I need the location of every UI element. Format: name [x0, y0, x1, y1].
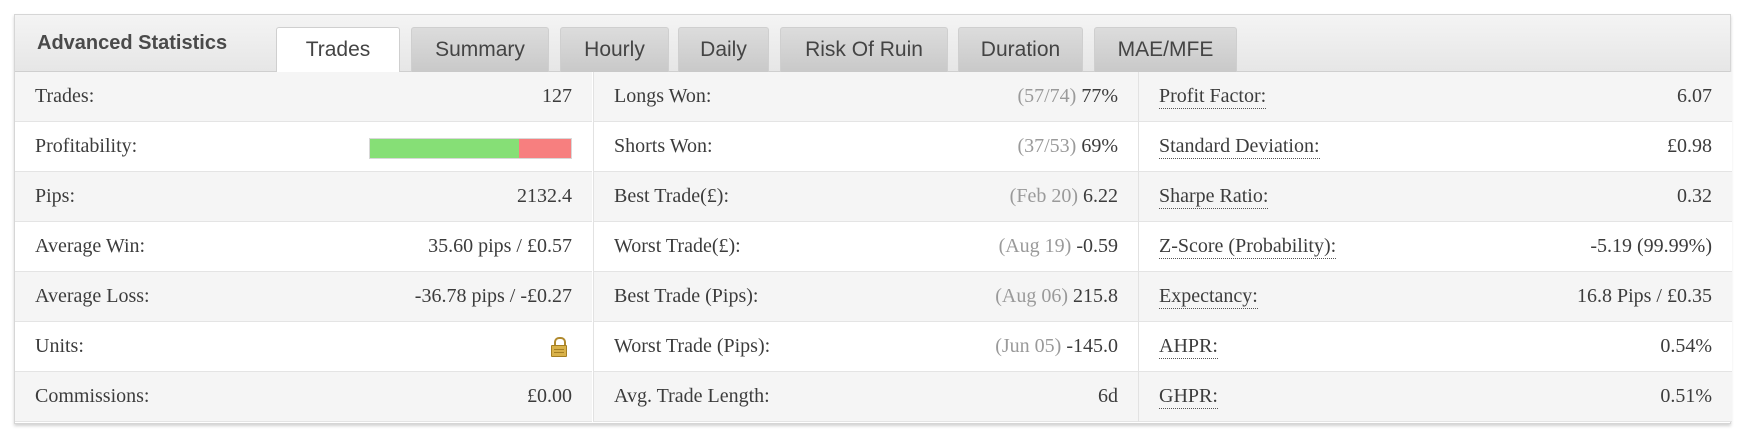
stat-label: Trades:: [35, 85, 95, 107]
stat-row-shorts-won: Shorts Won: (37/53) 69%: [594, 122, 1138, 172]
stat-row-ghpr: GHPR: 0.51%: [1139, 372, 1732, 422]
stat-detail: (Feb 20): [1009, 185, 1078, 207]
stat-label-tooltip[interactable]: Standard Deviation:: [1159, 135, 1320, 159]
stat-value: 35.60 pips / £0.57: [428, 235, 572, 257]
stat-row-trades: Trades: 127: [15, 72, 592, 122]
stat-value: 0.51%: [1660, 385, 1712, 407]
stat-label: Best Trade (Pips):: [614, 285, 759, 307]
stat-value: (Aug 06) 215.8: [995, 272, 1118, 321]
stat-main-value: -145.0: [1066, 335, 1118, 357]
stat-row-pips: Pips: 2132.4: [15, 172, 592, 222]
stat-row-standard-deviation: Standard Deviation: £0.98: [1139, 122, 1732, 172]
stat-value: -5.19 (99.99%): [1590, 235, 1712, 257]
stat-value: 6.07: [1677, 85, 1712, 107]
stat-label-tooltip[interactable]: AHPR:: [1159, 335, 1218, 359]
stats-column-results: Longs Won: (57/74) 77% Shorts Won: (37/5…: [593, 72, 1138, 422]
stat-label: Worst Trade(£):: [614, 235, 741, 257]
stat-label: Worst Trade (Pips):: [614, 335, 771, 357]
stat-main-value: 215.8: [1073, 285, 1118, 307]
stat-value: 0.54%: [1660, 335, 1712, 357]
stat-value: £0.00: [527, 385, 572, 407]
stat-row-profit-factor: Profit Factor: 6.07: [1139, 72, 1732, 122]
stat-detail: (37/53): [1017, 135, 1077, 157]
stat-main-value: 69%: [1081, 135, 1118, 157]
stat-value: 2132.4: [517, 185, 572, 207]
stat-detail: (57/74): [1017, 85, 1077, 107]
stat-row-best-trade-gbp: Best Trade(£): (Feb 20) 6.22: [594, 172, 1138, 222]
stat-label: Longs Won:: [614, 85, 712, 107]
stat-row-average-loss: Average Loss: -36.78 pips / -£0.27: [15, 272, 592, 322]
stat-main-value: 6.22: [1083, 185, 1118, 207]
tab-daily[interactable]: Daily: [678, 27, 769, 72]
advanced-statistics-panel: Advanced Statistics Trades Summary Hourl…: [14, 14, 1732, 424]
profitability-bar: [369, 138, 572, 159]
stat-row-z-score: Z-Score (Probability): -5.19 (99.99%): [1139, 222, 1732, 272]
stat-row-commissions: Commissions: £0.00: [15, 372, 592, 422]
stat-detail: (Jun 05): [995, 335, 1062, 357]
stat-value: 6d: [1098, 385, 1118, 407]
stat-label: Profitability:: [35, 135, 138, 157]
stat-row-expectancy: Expectancy: 16.8 Pips / £0.35: [1139, 272, 1732, 322]
stat-row-avg-trade-length: Avg. Trade Length: 6d: [594, 372, 1138, 422]
stat-value: £0.98: [1667, 135, 1712, 157]
stat-detail: (Aug 19): [998, 235, 1072, 257]
stat-label-tooltip[interactable]: Z-Score (Probability):: [1159, 235, 1337, 259]
profitability-bar-lost: [518, 139, 571, 158]
stat-value: (Feb 20) 6.22: [1010, 172, 1118, 221]
stat-row-longs-won: Longs Won: (57/74) 77%: [594, 72, 1138, 122]
stat-value: 127: [542, 85, 572, 107]
stat-main-value: 77%: [1081, 85, 1118, 107]
tab-mae-mfe[interactable]: MAE/MFE: [1094, 27, 1237, 72]
stat-value: (Aug 19) -0.59: [999, 222, 1118, 271]
stat-row-units: Units:: [15, 322, 592, 372]
stat-value: (57/74) 77%: [1017, 72, 1118, 121]
stat-label-tooltip[interactable]: Sharpe Ratio:: [1159, 185, 1269, 209]
stat-row-profitability: Profitability:: [15, 122, 592, 172]
stat-label-tooltip[interactable]: Expectancy:: [1159, 285, 1258, 309]
stat-row-worst-trade-gbp: Worst Trade(£): (Aug 19) -0.59: [594, 222, 1138, 272]
stat-label-tooltip[interactable]: Profit Factor:: [1159, 85, 1267, 109]
tab-summary[interactable]: Summary: [411, 27, 549, 72]
profitability-bar-won: [370, 139, 519, 158]
panel-header: Advanced Statistics Trades Summary Hourl…: [15, 15, 1730, 73]
stat-label: Average Loss:: [35, 285, 150, 307]
stat-detail: (Aug 06): [995, 285, 1068, 307]
stat-value: -36.78 pips / -£0.27: [414, 285, 572, 307]
stat-value: (37/53) 69%: [1017, 122, 1118, 171]
stat-row-worst-trade-pips: Worst Trade (Pips): (Jun 05) -145.0: [594, 322, 1138, 372]
stat-label: Average Win:: [35, 235, 146, 257]
stat-value: (Jun 05) -145.0: [995, 322, 1118, 371]
stat-label: Units:: [35, 335, 84, 357]
stat-label: Commissions:: [35, 385, 150, 407]
stat-value: 16.8 Pips / £0.35: [1576, 285, 1712, 307]
panel-title: Advanced Statistics: [37, 32, 228, 54]
stat-label-tooltip[interactable]: GHPR:: [1159, 385, 1218, 409]
tab-risk-of-ruin[interactable]: Risk Of Ruin: [780, 27, 948, 72]
stat-row-ahpr: AHPR: 0.54%: [1139, 322, 1732, 372]
tab-duration[interactable]: Duration: [958, 27, 1083, 72]
stat-row-sharpe-ratio: Sharpe Ratio: 0.32: [1139, 172, 1732, 222]
tab-hourly[interactable]: Hourly: [560, 27, 669, 72]
stat-row-average-win: Average Win: 35.60 pips / £0.57: [15, 222, 592, 272]
stat-label: Avg. Trade Length:: [614, 385, 770, 407]
stats-column-trades: Trades: 127 Profitability: Pips: 2132.4 …: [15, 72, 592, 422]
lock-icon[interactable]: [551, 337, 567, 357]
stat-label: Best Trade(£):: [614, 185, 729, 207]
stat-label: Shorts Won:: [614, 135, 713, 157]
tab-trades[interactable]: Trades: [276, 27, 400, 73]
stat-row-best-trade-pips: Best Trade (Pips): (Aug 06) 215.8: [594, 272, 1138, 322]
stat-value: 0.32: [1677, 185, 1712, 207]
stat-main-value: -0.59: [1076, 235, 1118, 257]
stat-label: Pips:: [35, 185, 76, 207]
stats-column-ratios: Profit Factor: 6.07 Standard Deviation: …: [1138, 72, 1732, 422]
